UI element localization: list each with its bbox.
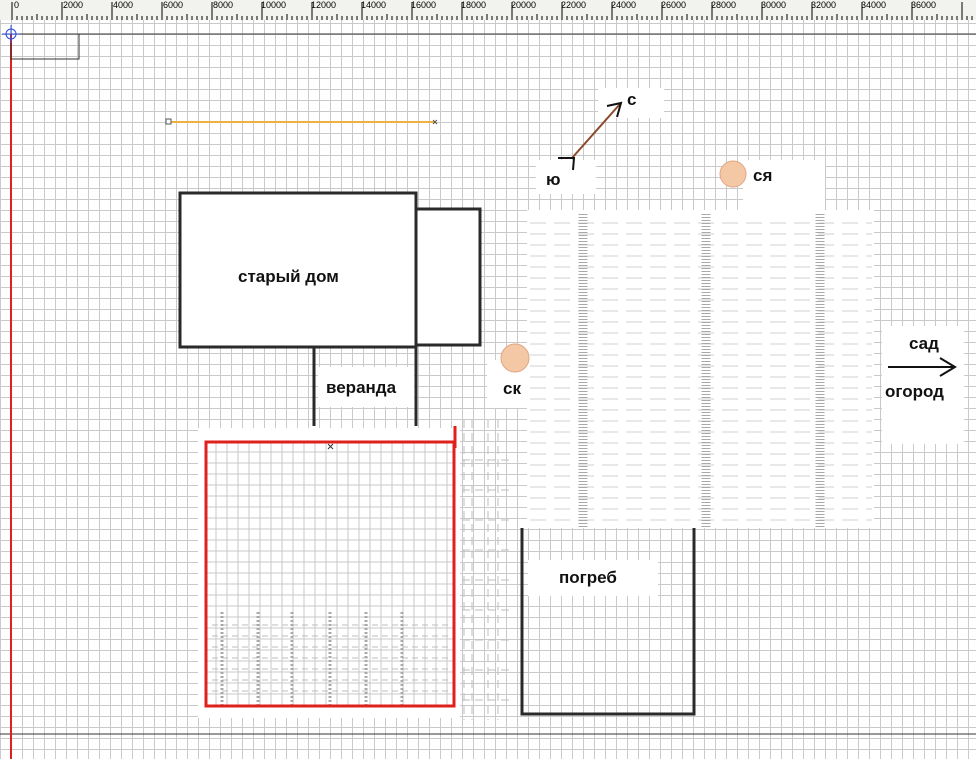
compass-line[interactable]	[571, 103, 621, 159]
cellar-outline[interactable]	[520, 528, 696, 716]
sk-label: ск	[503, 379, 521, 398]
arrow-right-icon	[888, 357, 957, 377]
origin-marker	[2, 25, 20, 43]
horizontal-ruler[interactable]: 0 2000 4000 6000 8000 10000 12000 14000 …	[0, 0, 976, 21]
floor-plan	[0, 25, 976, 759]
drawing-canvas[interactable]: старый дом веранда с ю ск ся погреб сад …	[0, 20, 976, 759]
veranda-label: веранда	[326, 378, 397, 397]
page-corner-box	[10, 33, 80, 60]
vegetable-garden-label: огород	[885, 382, 944, 401]
compass-north-label: с	[627, 90, 637, 109]
house-extension-outline[interactable]	[414, 207, 482, 347]
shape-handle[interactable]	[327, 443, 334, 450]
compass-tail-mark	[558, 157, 576, 171]
compass-south-label: ю	[546, 170, 561, 189]
old-house-label: старый дом	[238, 267, 339, 286]
marker-circle-sk[interactable]	[500, 343, 530, 373]
ruler-ticks	[11, 2, 973, 20]
marker-circle-sya[interactable]	[719, 160, 747, 188]
bed-area-columns	[578, 214, 825, 528]
red-plot-grid	[206, 442, 454, 706]
garden-label: сад	[909, 334, 939, 353]
lower-bed-rows	[212, 624, 452, 692]
sya-label: ся	[753, 166, 773, 185]
cellar-label: погреб	[559, 568, 617, 587]
red-plot-outline[interactable]	[204, 440, 456, 708]
line-endpoint-handle[interactable]	[165, 118, 172, 125]
dashed-path-strip	[462, 420, 510, 720]
